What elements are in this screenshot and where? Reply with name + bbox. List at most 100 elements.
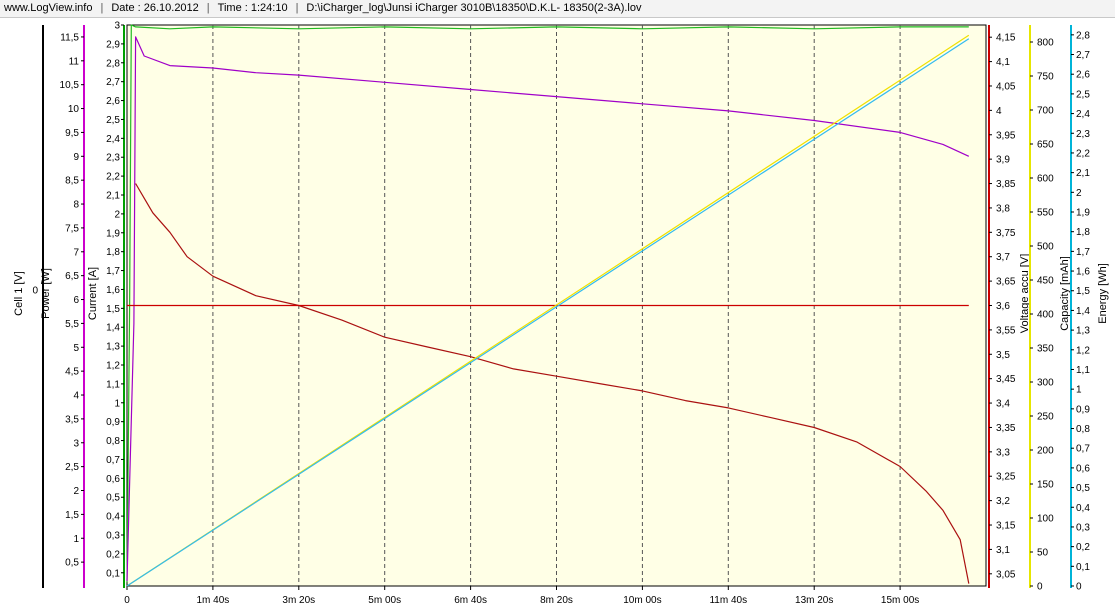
- current-tick-label: 0,2: [106, 549, 120, 560]
- power-tick-label: 6,5: [65, 271, 79, 282]
- capacity-tick-label: 500: [1037, 242, 1054, 253]
- current-tick-label: 1,8: [106, 247, 120, 258]
- energy-tick-label: 1,7: [1076, 247, 1090, 258]
- power-tick-label: 8,5: [65, 176, 79, 187]
- current-tick-label: 0,3: [106, 531, 120, 542]
- voltage_accu-tick-label: 3,9: [996, 155, 1010, 166]
- energy-tick-label: 1,5: [1076, 286, 1090, 297]
- current-tick-label: 2,6: [106, 96, 120, 107]
- energy-tick-label: 0,4: [1076, 503, 1090, 514]
- energy-tick-label: 1,4: [1076, 306, 1090, 317]
- power-tick-label: 7: [73, 247, 79, 258]
- capacity-tick-label: 400: [1037, 310, 1054, 321]
- energy-tick-label: 2,7: [1076, 50, 1090, 61]
- energy-tick-label: 0,5: [1076, 483, 1090, 494]
- power-tick-label: 1: [73, 534, 79, 545]
- energy-tick-label: 2,8: [1076, 30, 1090, 41]
- current-tick-label: 2,2: [106, 172, 120, 183]
- energy-tick-label: 0,6: [1076, 463, 1090, 474]
- energy-tick-label: 1: [1076, 385, 1082, 396]
- current-tick-label: 1,4: [106, 323, 120, 334]
- voltage_accu-tick-label: 3,75: [996, 228, 1016, 239]
- x-tick-label: 15m 00s: [881, 595, 919, 606]
- current-tick-label: 1,9: [106, 228, 120, 239]
- current-tick-label: 1,5: [106, 304, 120, 315]
- x-tick-label: 0: [124, 595, 130, 606]
- power-tick-label: 1,5: [65, 510, 79, 521]
- power-tick-label: 6: [73, 295, 79, 306]
- power-tick-label: 2,5: [65, 462, 79, 473]
- current-tick-label: 0,8: [106, 436, 120, 447]
- voltage_accu-tick-label: 4,1: [996, 57, 1010, 68]
- current-tick-label: 0,5: [106, 493, 120, 504]
- capacity-tick-label: 50: [1037, 548, 1049, 559]
- power-tick-label: 11,5: [60, 32, 79, 43]
- capacity-axis-title: Capacity [mAh]: [1059, 256, 1071, 331]
- capacity-tick-label: 350: [1037, 344, 1054, 355]
- current-tick-label: 1: [114, 398, 120, 409]
- voltage_accu-tick-label: 3,3: [996, 447, 1010, 458]
- energy-tick-label: 0: [1076, 582, 1082, 593]
- energy-tick-label: 1,6: [1076, 267, 1090, 278]
- voltage_accu-tick-label: 3,15: [996, 521, 1016, 532]
- voltage_accu-tick-label: 3,2: [996, 496, 1010, 507]
- energy-tick-label: 2,4: [1076, 109, 1090, 120]
- current-tick-label: 1,6: [106, 285, 120, 296]
- voltage_accu-tick-label: 3,4: [996, 399, 1010, 410]
- voltage_accu-tick-label: 3,85: [996, 179, 1016, 190]
- power-tick-label: 11: [69, 56, 80, 67]
- x-tick-label: 13m 20s: [795, 595, 833, 606]
- current-tick-label: 0,7: [106, 455, 120, 466]
- energy-tick-label: 0,9: [1076, 404, 1090, 415]
- voltage_accu-tick-label: 3,65: [996, 277, 1016, 288]
- capacity-tick-label: 550: [1037, 208, 1054, 219]
- current-tick-label: 2: [114, 209, 120, 220]
- voltage_accu-tick-label: 3,6: [996, 301, 1010, 312]
- voltage_accu-tick-label: 3,7: [996, 252, 1010, 263]
- voltage_accu-tick-label: 4,15: [996, 33, 1016, 44]
- current-tick-label: 1,3: [106, 342, 120, 353]
- capacity-tick-label: 250: [1037, 412, 1054, 423]
- capacity-tick-label: 300: [1037, 378, 1054, 389]
- voltage_accu-tick-label: 3,55: [996, 325, 1016, 336]
- current-tick-label: 0,6: [106, 474, 120, 485]
- x-tick-label: 11m 40s: [709, 595, 747, 606]
- power-axis-title: Power [W]: [40, 268, 52, 319]
- energy-tick-label: 2,5: [1076, 89, 1090, 100]
- energy-tick-label: 0,8: [1076, 424, 1090, 435]
- current-tick-label: 2,3: [106, 153, 120, 164]
- date-label: Date : 26.10.2012: [111, 2, 199, 14]
- current-tick-label: 0,1: [106, 568, 120, 579]
- power-tick-label: 3,5: [65, 414, 79, 425]
- energy-tick-label: 1,2: [1076, 345, 1090, 356]
- power-tick-label: 7,5: [65, 223, 79, 234]
- cell1-axis-title: Cell 1 [V]: [13, 271, 25, 316]
- header-bar: www.LogView.info | Date : 26.10.2012 | Time …: [0, 0, 1115, 18]
- energy-tick-label: 2: [1076, 188, 1082, 199]
- voltage_accu-tick-label: 3,45: [996, 374, 1016, 385]
- current-tick-label: 2,8: [106, 58, 120, 69]
- current-tick-label: 0,9: [106, 417, 120, 428]
- voltage_accu-tick-label: 3,1: [996, 545, 1010, 556]
- power-tick-label: 4: [73, 391, 79, 402]
- voltage_accu-tick-label: 3,5: [996, 350, 1010, 361]
- capacity-tick-label: 200: [1037, 446, 1054, 457]
- energy-tick-label: 0,2: [1076, 542, 1090, 553]
- energy-tick-label: 1,3: [1076, 326, 1090, 337]
- power-tick-label: 9: [73, 152, 79, 163]
- current-axis-title: Current [A]: [87, 267, 99, 320]
- power-tick-label: 10: [68, 104, 80, 115]
- current-tick-label: 2,4: [106, 134, 120, 145]
- energy-tick-label: 1,8: [1076, 227, 1090, 238]
- x-tick-label: 3m 20s: [282, 595, 315, 606]
- x-tick-label: 1m 40s: [197, 595, 230, 606]
- voltage_accu-tick-label: 4,05: [996, 81, 1016, 92]
- power-tick-label: 10,5: [60, 80, 80, 91]
- voltage_accu-tick-label: 3,35: [996, 423, 1016, 434]
- energy-tick-label: 2,2: [1076, 148, 1090, 159]
- capacity-tick-label: 450: [1037, 276, 1054, 287]
- capacity-tick-label: 0: [1037, 582, 1043, 593]
- power-tick-label: 2: [73, 486, 79, 497]
- energy-tick-label: 2,6: [1076, 70, 1090, 81]
- power-tick-label: 5: [73, 343, 79, 354]
